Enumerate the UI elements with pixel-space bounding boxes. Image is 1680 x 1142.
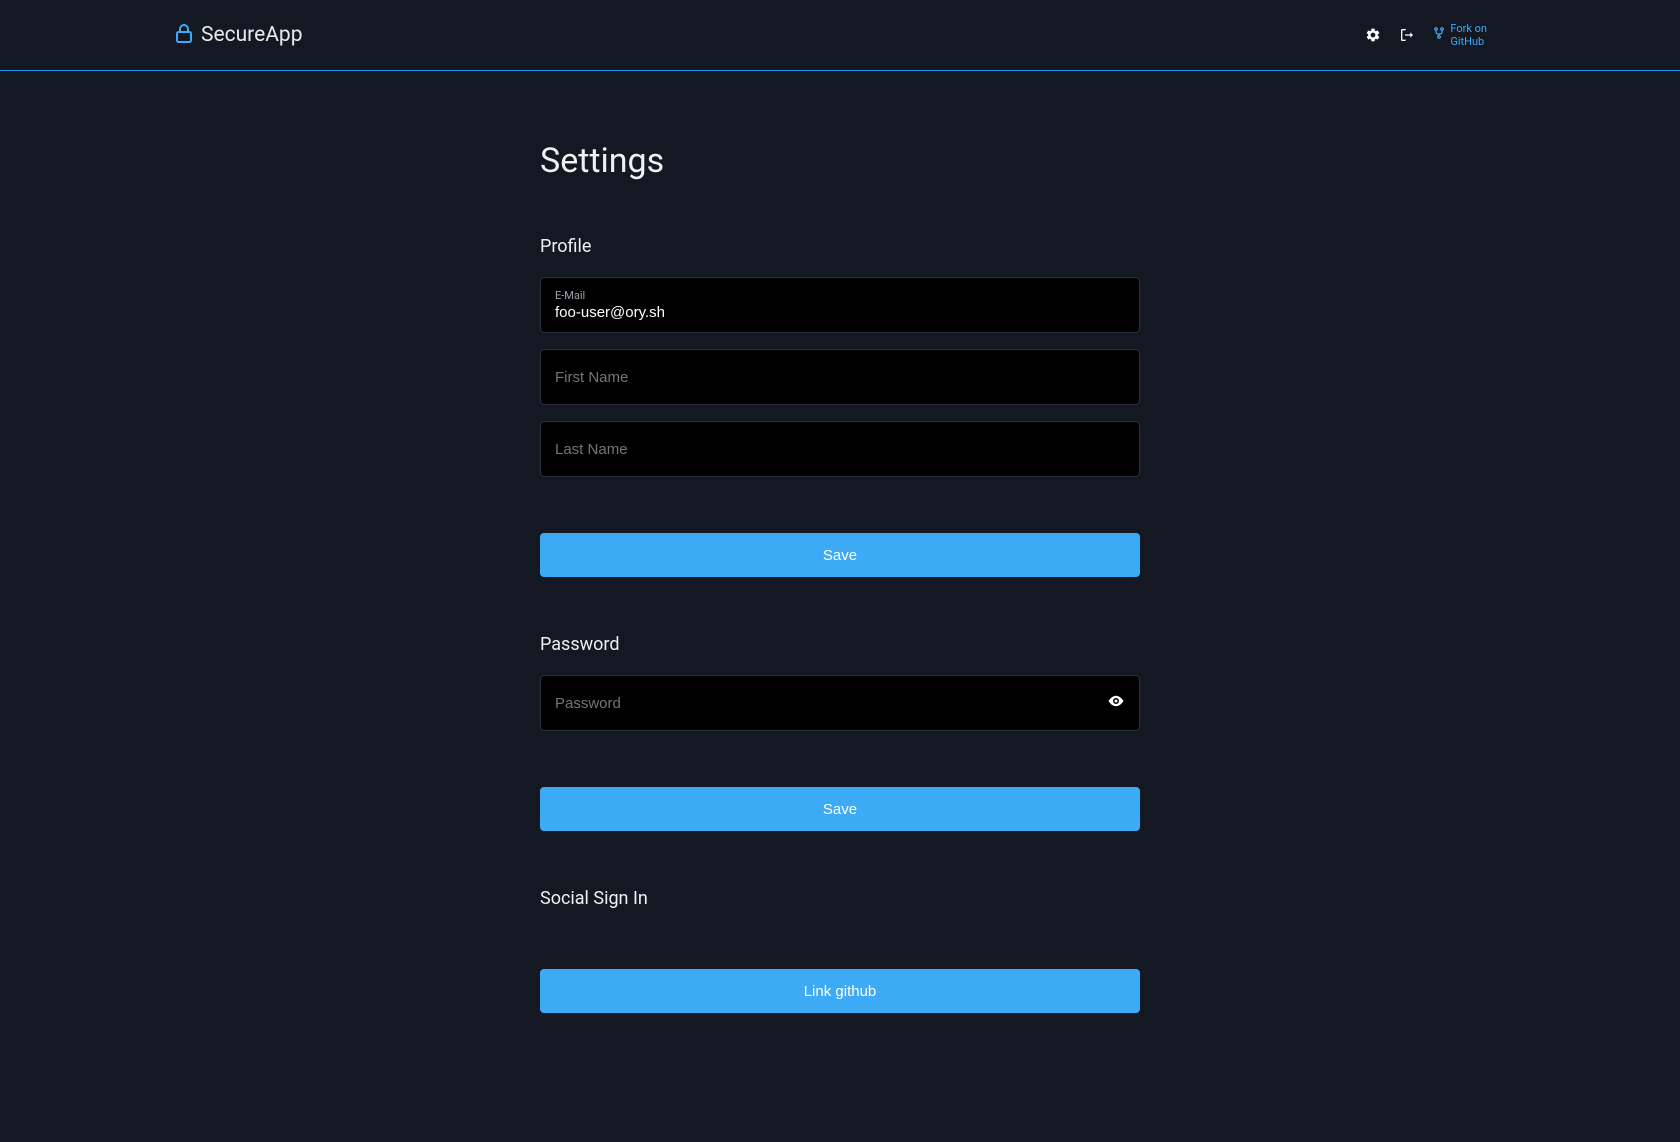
email-input[interactable]	[555, 304, 1125, 321]
gear-icon[interactable]	[1365, 27, 1381, 43]
firstname-field-wrap[interactable]	[540, 349, 1140, 405]
email-label: E-Mail	[555, 289, 1125, 302]
eye-icon[interactable]	[1107, 692, 1125, 714]
profile-section: Profile E-Mail Save ·	[540, 236, 1140, 594]
password-title: Password	[540, 634, 1140, 655]
separator-dot: ·	[540, 585, 1140, 594]
page-title: Settings	[540, 141, 1140, 181]
profile-title: Profile	[540, 236, 1140, 257]
firstname-input[interactable]	[555, 369, 1125, 386]
header-actions: Fork onGitHub	[1365, 22, 1487, 48]
fork-github-link[interactable]: Fork onGitHub	[1433, 22, 1487, 48]
save-password-button[interactable]: Save	[540, 787, 1140, 831]
password-input[interactable]	[555, 695, 1125, 712]
code-branch-icon	[1433, 26, 1445, 43]
password-field-wrap[interactable]	[540, 675, 1140, 731]
lock-icon	[175, 23, 193, 47]
main-content: Settings Profile E-Mail Save · Password	[540, 71, 1140, 1123]
lastname-input[interactable]	[555, 441, 1125, 458]
email-field-wrap[interactable]: E-Mail	[540, 277, 1140, 333]
lastname-field-wrap[interactable]	[540, 421, 1140, 477]
logo[interactable]: SecureApp	[175, 23, 303, 47]
separator-dot: ·	[540, 839, 1140, 848]
logout-icon[interactable]	[1399, 27, 1415, 43]
social-section: Social Sign In Link github	[540, 888, 1140, 1013]
fork-github-label: Fork onGitHub	[1450, 22, 1487, 48]
link-github-button[interactable]: Link github	[540, 969, 1140, 1013]
save-profile-button[interactable]: Save	[540, 533, 1140, 577]
header: SecureApp Fork onGitH	[0, 0, 1680, 71]
app-name: SecureApp	[201, 23, 303, 47]
social-title: Social Sign In	[540, 888, 1140, 909]
password-section: Password Save ·	[540, 634, 1140, 848]
